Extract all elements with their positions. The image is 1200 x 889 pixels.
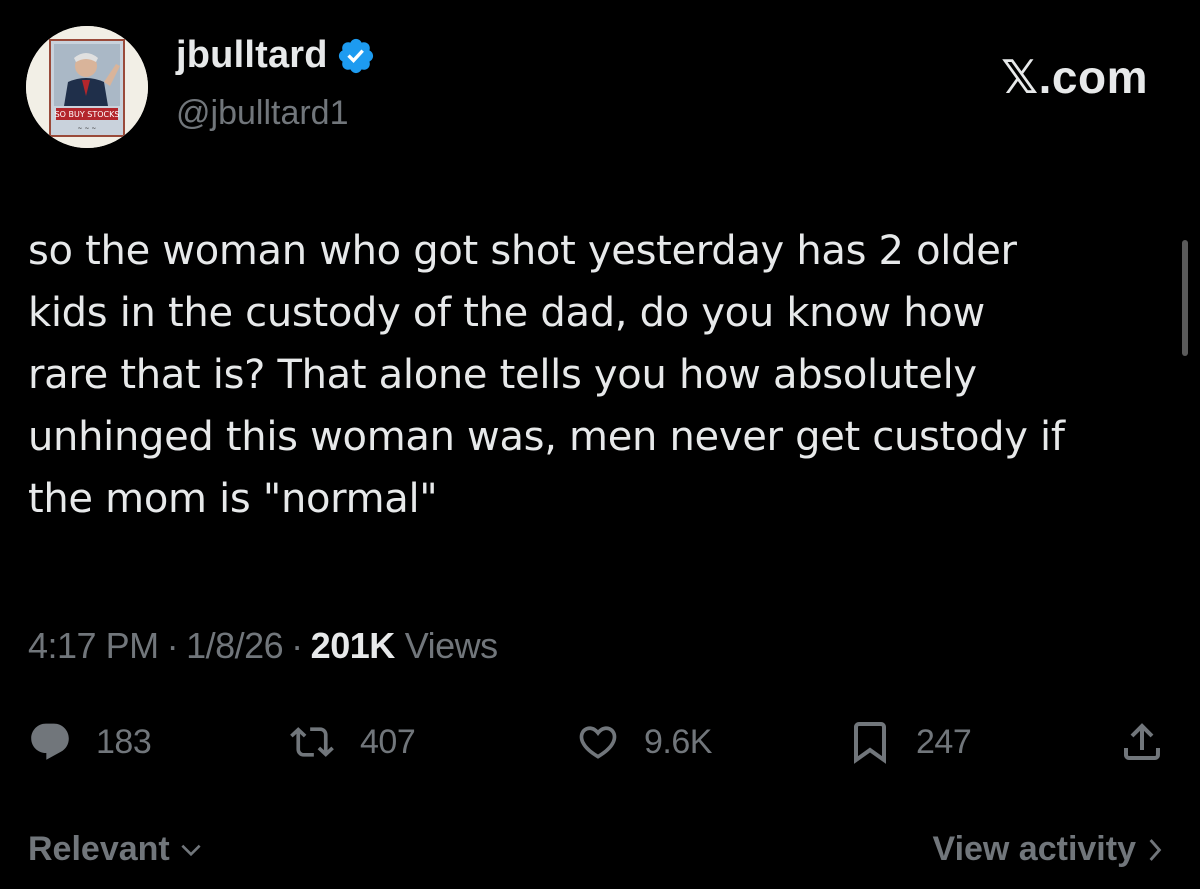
author-handle[interactable]: @jbulltard1 bbox=[176, 94, 349, 133]
author-name-row: jbulltard bbox=[176, 34, 376, 77]
chevron-right-icon bbox=[1149, 838, 1162, 861]
tweet-footer: Relevant View activity bbox=[0, 830, 1200, 884]
tweet-text: so the woman who got shot yesterday has … bbox=[28, 228, 1065, 522]
bookmark-icon bbox=[854, 722, 886, 764]
tweet-time[interactable]: 4:17 PM bbox=[28, 625, 159, 667]
verified-badge-icon bbox=[338, 38, 373, 73]
brand-logo: 𝕏.com bbox=[1001, 51, 1148, 103]
share-button[interactable] bbox=[1118, 712, 1166, 772]
share-icon bbox=[1124, 723, 1160, 760]
tweet-header: SO BUY STOCKS ~ ~ ~ jbulltard @jbulltard… bbox=[0, 0, 1200, 170]
repost-icon bbox=[290, 727, 334, 757]
sort-label: Relevant bbox=[28, 830, 170, 868]
bookmark-count: 247 bbox=[916, 722, 972, 761]
like-button[interactable]: 9.6K bbox=[574, 712, 712, 772]
avatar-image: SO BUY STOCKS ~ ~ ~ bbox=[26, 26, 148, 148]
repost-count: 407 bbox=[360, 722, 416, 761]
reply-icon bbox=[31, 723, 69, 760]
view-activity-label: View activity bbox=[932, 830, 1137, 868]
tweet-date[interactable]: 1/8/26 bbox=[186, 625, 284, 667]
bookmark-button[interactable]: 247 bbox=[846, 712, 972, 772]
reply-count: 183 bbox=[96, 722, 152, 761]
meta-separator: · bbox=[291, 625, 303, 666]
avatar-lettering: SO BUY STOCKS bbox=[55, 110, 120, 119]
sort-dropdown[interactable]: Relevant bbox=[28, 830, 204, 869]
repost-button[interactable]: 407 bbox=[286, 712, 416, 772]
display-name[interactable]: jbulltard bbox=[176, 34, 328, 77]
like-count: 9.6K bbox=[644, 722, 712, 761]
view-activity-link[interactable]: View activity bbox=[933, 830, 1167, 869]
chevron-down-icon bbox=[181, 844, 201, 856]
meta-separator: · bbox=[166, 625, 179, 666]
action-bar: 183 407 9.6K 247 bbox=[0, 712, 1200, 772]
reply-button[interactable]: 183 bbox=[26, 712, 152, 772]
tweet-meta: 4:17 PM · 1/8/26 · 201K Views bbox=[28, 625, 498, 667]
avatar[interactable]: SO BUY STOCKS ~ ~ ~ bbox=[26, 26, 148, 148]
svg-text:~ ~ ~: ~ ~ ~ bbox=[78, 125, 97, 132]
scrollbar[interactable] bbox=[1182, 240, 1188, 356]
views-count[interactable]: 201K bbox=[311, 625, 396, 667]
views-label[interactable]: Views bbox=[405, 625, 498, 667]
heart-icon bbox=[579, 726, 617, 759]
